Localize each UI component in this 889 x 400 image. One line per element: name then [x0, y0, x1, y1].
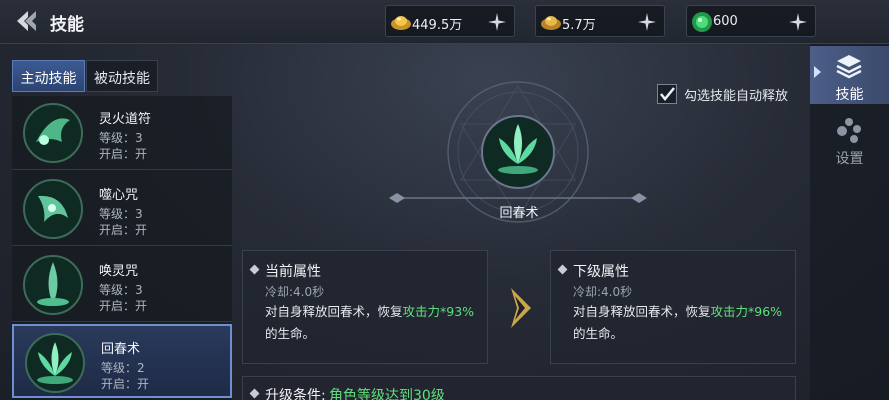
heart-curse-icon — [23, 179, 83, 239]
current-cooldown: 冷却:4.0秒 — [265, 285, 325, 299]
summon-spirit-icon — [23, 255, 83, 315]
selected-skill-name: 回春术 — [499, 206, 539, 221]
side-nav: 技能 设置 — [810, 44, 889, 400]
skill-open-status: 开启：开 — [99, 299, 148, 313]
next-attributes-panel: 下级属性 冷却:4.0秒 对自身释放回春术，恢复攻击力*96% 的生命。 — [550, 250, 796, 364]
next-level-arrow-icon — [511, 288, 531, 328]
diamond-bullet-icon — [249, 388, 260, 399]
next-cooldown: 冷却:4.0秒 — [573, 285, 633, 299]
next-attributes-title: 下级属性 — [573, 264, 629, 280]
jade-gem-icon — [692, 12, 712, 32]
silver-amount: 5.7万 — [562, 18, 596, 33]
tab-passive-skills[interactable]: 被动技能 — [86, 60, 158, 92]
diamond-bullet-icon — [249, 264, 260, 275]
next-desc-text: 对自身释放回春术，恢复 — [573, 304, 711, 319]
skill-item-huichun[interactable]: 回春术 等级：2 开启：开 — [12, 324, 232, 398]
auto-release-checkbox[interactable] — [657, 84, 677, 104]
current-description: 对自身释放回春术，恢复攻击力*93% 的生命。 — [265, 301, 479, 345]
current-attributes-panel: 当前属性 冷却:4.0秒 对自身释放回春术，恢复攻击力*93% 的生命。 — [242, 250, 488, 364]
next-desc-suffix: 的生命。 — [573, 326, 624, 341]
jade-amount: 600 — [713, 14, 738, 29]
gold-amount: 449.5万 — [412, 18, 463, 33]
active-indicator-icon — [814, 66, 821, 78]
current-desc-text: 对自身释放回春术，恢复 — [265, 304, 403, 319]
skill-level: 等级：2 — [101, 361, 145, 375]
silver-ingot-icon — [541, 16, 561, 30]
upgrade-condition-label: 升级条件: — [265, 388, 326, 400]
skill-level: 等级：3 — [99, 283, 143, 297]
skill-item-huanling[interactable]: 唤灵咒 等级：3 开启：开 — [12, 248, 232, 322]
jade-currency: 600 — [686, 5, 816, 37]
current-attributes-title: 当前属性 — [265, 264, 321, 280]
skill-open-status: 开启：开 — [99, 147, 148, 161]
skill-name: 灵火道符 — [99, 112, 152, 127]
checkmark-icon — [660, 87, 675, 101]
skill-name: 噬心咒 — [99, 188, 139, 203]
add-silver-icon[interactable] — [636, 11, 658, 33]
skill-open-status: 开启：开 — [99, 223, 148, 237]
auto-release-label: 勾选技能自动释放 — [684, 89, 789, 104]
settings-dots-icon — [837, 118, 861, 143]
diamond-bullet-icon — [557, 264, 568, 275]
skill-name: 回春术 — [101, 342, 141, 357]
skill-level: 等级：3 — [99, 207, 143, 221]
gold-ingot-icon — [391, 16, 411, 30]
current-desc-highlight: 攻击力*93% — [402, 304, 475, 319]
skill-open-status: 开启：开 — [101, 377, 150, 391]
side-nav-settings-label: 设置 — [835, 151, 864, 167]
side-nav-skills-label: 技能 — [835, 87, 864, 103]
upgrade-condition-value: 角色等级达到30级 — [329, 388, 445, 400]
skill-list: 灵火道符 等级：3 开启：开 噬心咒 等级：3 开启：开 唤灵咒 等级：3 开启… — [12, 96, 232, 400]
healing-leaf-icon — [25, 333, 85, 393]
skill-name: 唤灵咒 — [99, 264, 139, 279]
next-desc-highlight: 攻击力*96% — [710, 304, 783, 319]
side-nav-settings[interactable]: 设置 — [810, 110, 889, 168]
page-title: 技能 — [50, 15, 84, 35]
top-bar: 技能 449.5万 5.7万 600 — [0, 0, 889, 44]
skill-level: 等级：3 — [99, 131, 143, 145]
skill-item-shixin[interactable]: 噬心咒 等级：3 开启：开 — [12, 172, 232, 246]
current-desc-suffix: 的生命。 — [265, 326, 316, 341]
spirit-talisman-icon — [23, 103, 83, 163]
upgrade-condition: 升级条件: 角色等级达到30级 — [242, 376, 796, 400]
add-gold-icon[interactable] — [486, 11, 508, 33]
side-nav-skills[interactable]: 技能 — [810, 46, 889, 104]
tab-active-skills[interactable]: 主动技能 — [12, 60, 85, 92]
add-jade-icon[interactable] — [787, 11, 809, 33]
skill-item-lingfu[interactable]: 灵火道符 等级：3 开启：开 — [12, 96, 232, 170]
gold-currency: 449.5万 — [385, 5, 515, 37]
skill-stack-icon — [836, 55, 862, 79]
silver-currency: 5.7万 — [535, 5, 665, 37]
next-description: 对自身释放回春术，恢复攻击力*96% 的生命。 — [573, 301, 787, 345]
back-arrow-icon[interactable] — [14, 8, 40, 34]
